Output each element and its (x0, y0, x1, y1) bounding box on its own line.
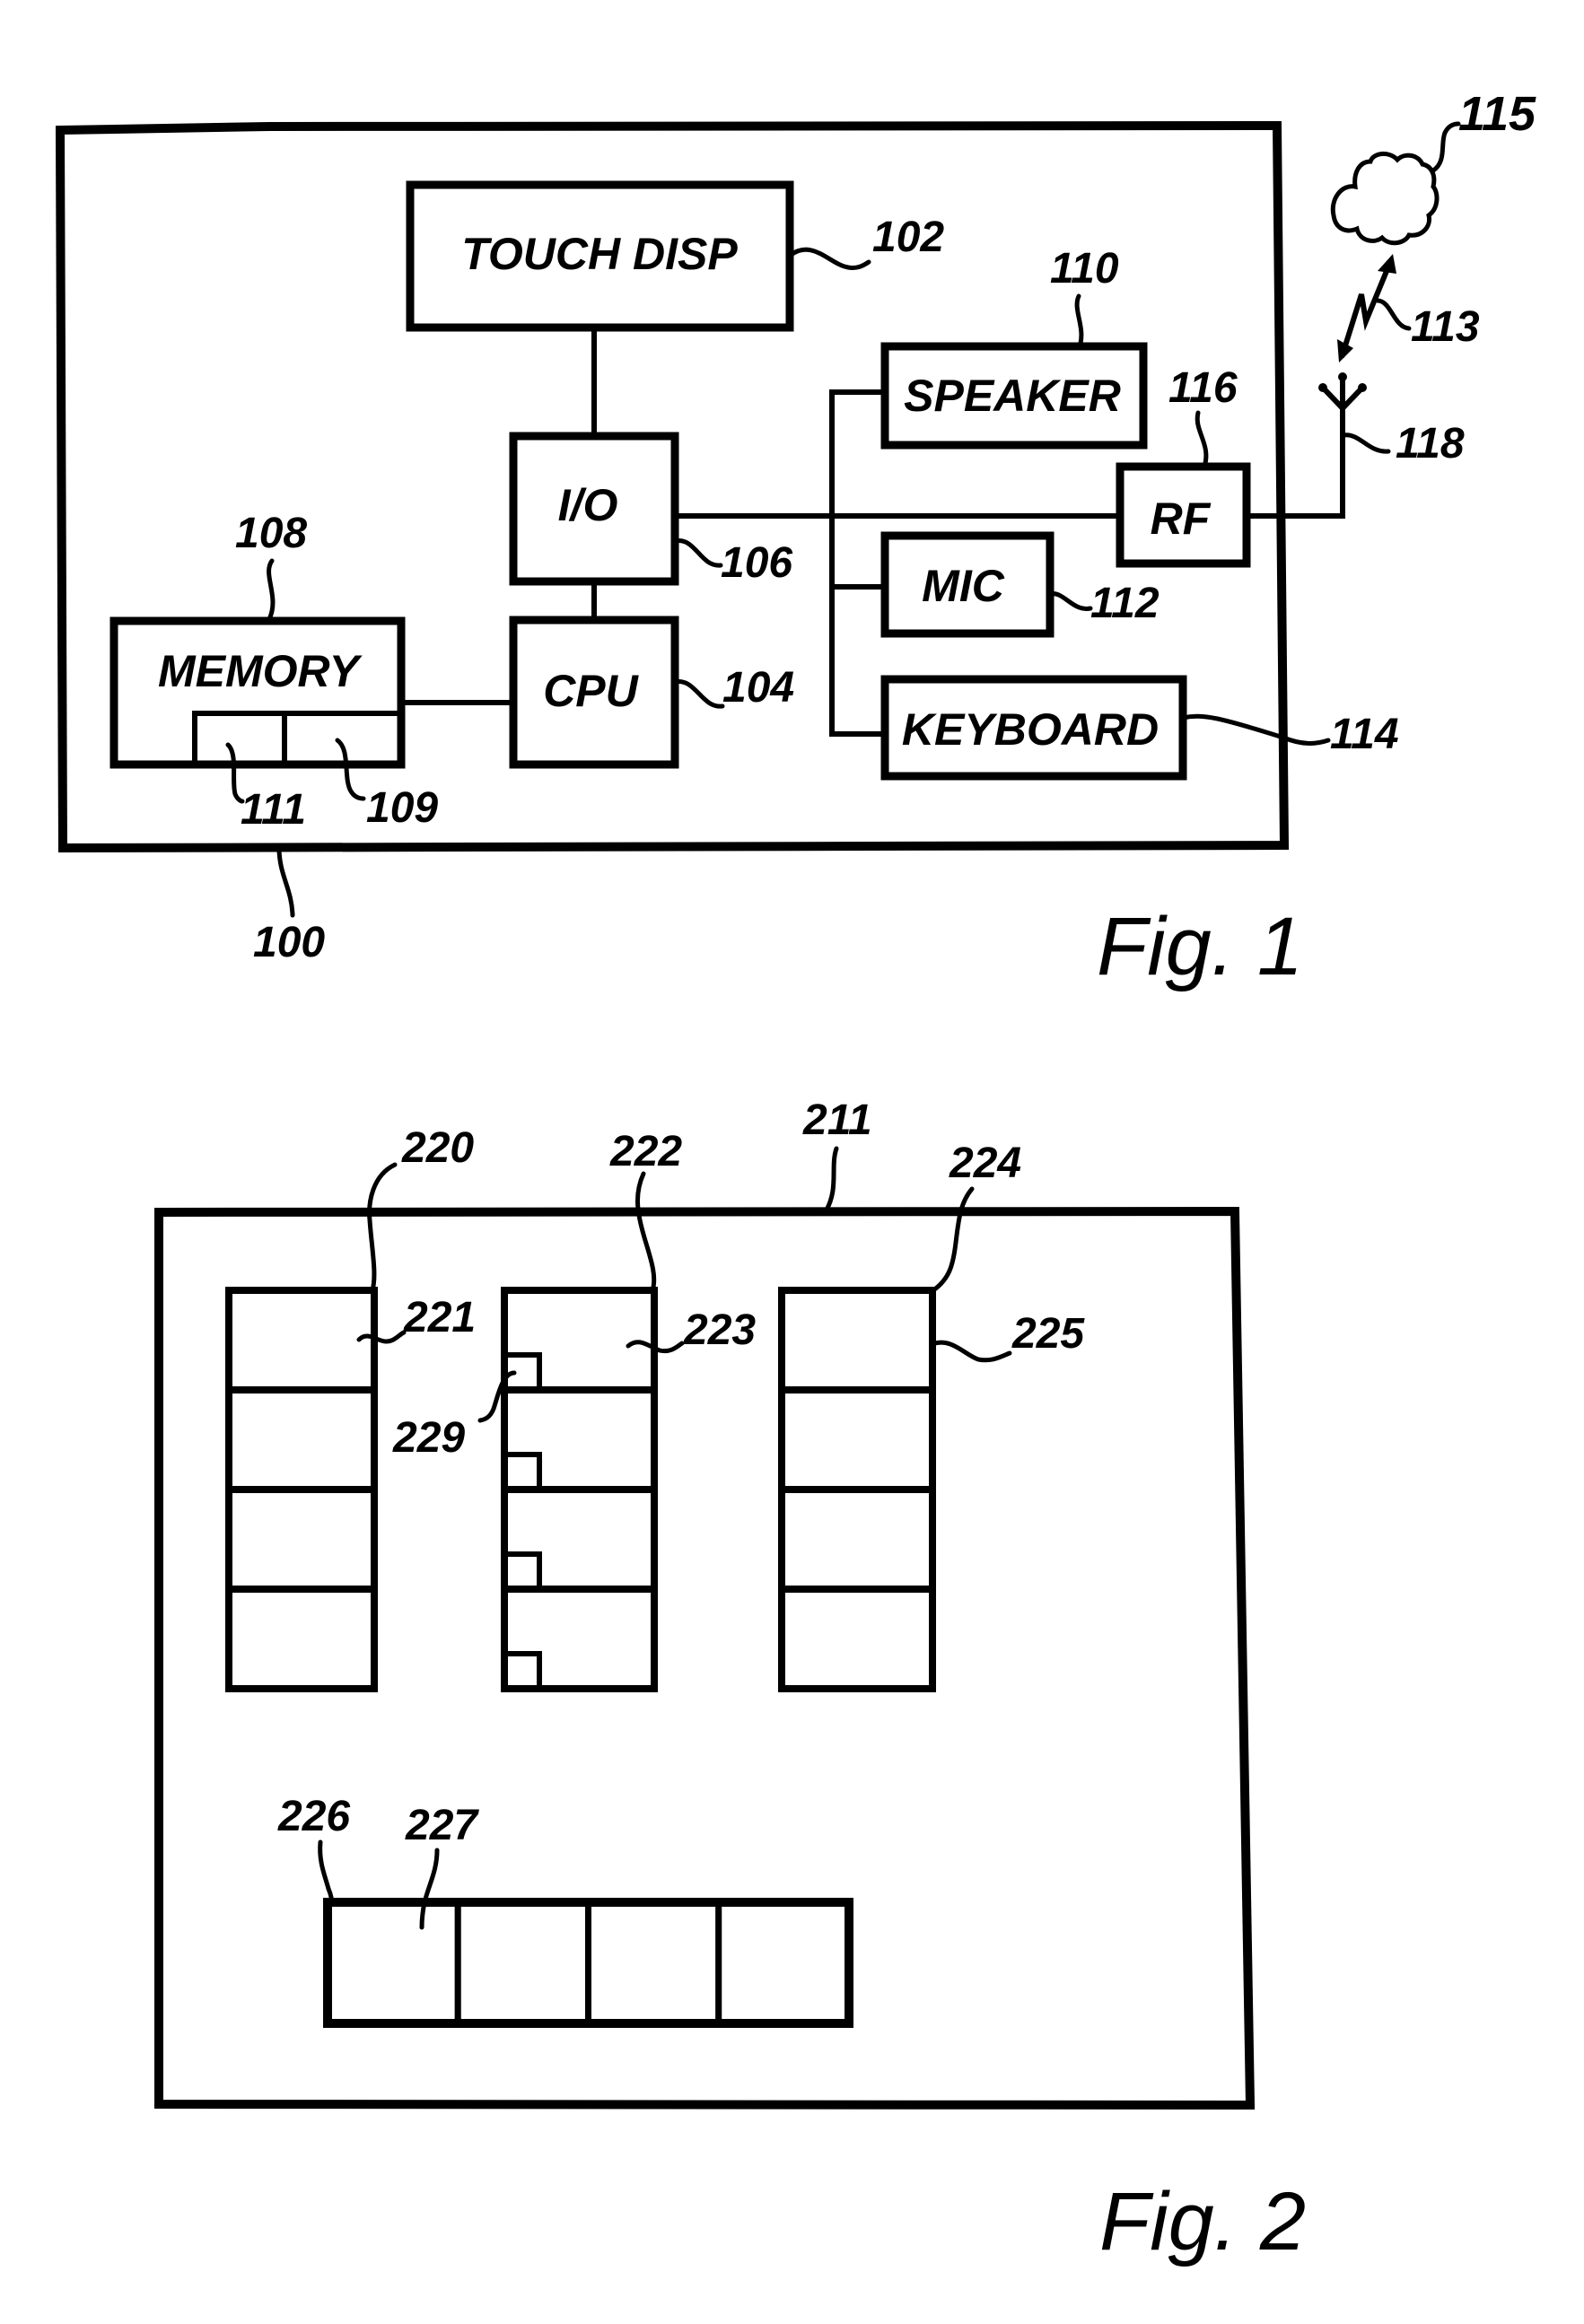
io-label: I/O (558, 480, 618, 530)
icon-slot (225, 1386, 378, 1493)
figure-2: 211 220 221 222 223 229 224 225 226 227 … (154, 1096, 1306, 2267)
ref-224: 224 (949, 1140, 1021, 1187)
ref-211: 211 (802, 1096, 872, 1144)
leader-110 (1074, 293, 1084, 349)
icon-slot (501, 1486, 658, 1593)
leader-116 (1195, 410, 1209, 469)
icon-slot (225, 1287, 378, 1394)
icon-slot (501, 1586, 658, 1692)
leader-106 (672, 538, 723, 568)
mic-block: MIC (880, 531, 1055, 638)
leader-102 (787, 247, 871, 270)
ref-225: 225 (1011, 1310, 1085, 1358)
line-peripheral-bus (829, 389, 885, 737)
ref-115: 115 (1458, 87, 1536, 141)
antenna-icon (1318, 372, 1367, 413)
ref-226: 226 (277, 1793, 350, 1840)
speaker-label: SPEAKER (904, 371, 1121, 421)
strip-cell (715, 1899, 853, 2027)
memory-label: MEMORY (158, 646, 363, 696)
leader-220 (367, 1162, 398, 1293)
leader-115 (1431, 121, 1461, 173)
ref-102: 102 (872, 214, 944, 261)
ref-118: 118 (1396, 420, 1465, 467)
icon-slot (225, 1586, 378, 1692)
figure-2-title: Fig. 2 (1099, 2176, 1306, 2267)
ref-106: 106 (721, 539, 792, 587)
touch-display-block: TOUCH DISP (406, 180, 794, 332)
mic-label: MIC (922, 561, 1005, 611)
leader-100 (276, 845, 295, 918)
icon-slot (501, 1386, 658, 1493)
strip-cell (454, 1899, 591, 2027)
network-cloud-icon (1330, 152, 1440, 246)
ref-100: 100 (253, 919, 325, 966)
ref-113: 113 (1411, 303, 1480, 351)
ref-220: 220 (401, 1124, 474, 1172)
cpu-label: CPU (543, 666, 639, 716)
leader-104 (672, 679, 725, 709)
icon-column-224 (778, 1287, 936, 1692)
speaker-block: SPEAKER (880, 342, 1148, 450)
leader-118 (1341, 432, 1391, 454)
leader-224 (931, 1186, 975, 1293)
figure-1: 100 TOUCH DISP 102 I/O 106 CPU 104 MEMOR… (55, 87, 1536, 992)
ref-108: 108 (235, 510, 307, 557)
leader-226 (318, 1839, 334, 1905)
leader-225 (930, 1340, 1012, 1363)
leader-114 (1180, 713, 1331, 746)
ref-114: 114 (1330, 711, 1399, 758)
icon-slot (778, 1386, 936, 1493)
ref-116: 116 (1168, 364, 1238, 412)
keyboard-label: KEYBOARD (902, 704, 1159, 755)
icon-slot (778, 1586, 936, 1692)
ref-110: 110 (1050, 245, 1119, 293)
cpu-block: CPU (509, 616, 679, 769)
keyboard-block: KEYBOARD (880, 675, 1187, 781)
ref-104: 104 (722, 664, 794, 712)
touch-display-label: TOUCH DISP (461, 229, 738, 279)
icon-slot (225, 1486, 378, 1593)
ref-112: 112 (1090, 580, 1160, 627)
ref-223: 223 (683, 1306, 756, 1354)
ref-111: 111 (241, 786, 306, 834)
ref-222: 222 (609, 1128, 682, 1175)
patent-drawing-sheet: 100 TOUCH DISP 102 I/O 106 CPU 104 MEMOR… (55, 87, 1536, 2267)
memory-block: MEMORY (109, 616, 406, 769)
icon-slot (778, 1287, 936, 1394)
icon-slot (501, 1287, 658, 1394)
io-block: I/O (509, 432, 679, 586)
ref-229: 229 (392, 1414, 465, 1462)
ref-109: 109 (366, 784, 438, 832)
leader-108 (267, 558, 276, 622)
figure-1-title: Fig. 1 (1097, 901, 1303, 992)
leader-211 (823, 1146, 839, 1214)
rf-label: RF (1151, 494, 1212, 544)
leader-113 (1375, 298, 1412, 331)
leader-112 (1047, 591, 1093, 611)
icon-column-222 (501, 1287, 658, 1692)
strip-cell (585, 1899, 722, 2027)
strip-cell (324, 1899, 461, 2027)
line-rf-antenna (1247, 386, 1345, 519)
leader-222 (634, 1171, 657, 1293)
row-strip (323, 1898, 853, 2028)
rf-block: RF (1116, 462, 1251, 568)
icon-column-220 (225, 1287, 378, 1692)
ref-221: 221 (403, 1294, 476, 1341)
icon-slot (778, 1486, 936, 1593)
icon-columns (225, 1287, 936, 1692)
ref-227: 227 (405, 1802, 479, 1849)
